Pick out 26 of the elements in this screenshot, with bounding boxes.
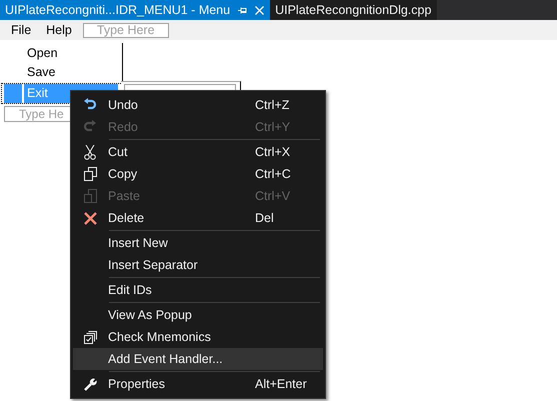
context-menu-item[interactable]: Delete Del [73, 207, 323, 229]
context-menu-item[interactable]: Check Mnemonics [73, 326, 323, 348]
wrench-icon [84, 378, 96, 390]
context-menu-item[interactable]: Copy Ctrl+C [73, 163, 323, 185]
context-menu-item[interactable]: View As Popup [73, 304, 323, 326]
menu-item[interactable]: File [4, 20, 40, 40]
context-menu-item[interactable]: Add Event Handler... [73, 348, 323, 370]
context-menu-item[interactable]: Properties Alt+Enter [73, 373, 323, 395]
document-tab[interactable]: UIPlateRecongniti...IDR_MENU1 - Menu [0, 0, 270, 20]
menu-item[interactable]: Help [39, 20, 80, 40]
menu-item[interactable]: Save [2, 63, 122, 82]
context-menu-item[interactable]: Cut Ctrl+X [73, 141, 323, 163]
context-menu-item[interactable]: Edit IDs [73, 279, 323, 301]
clipboard-icon [84, 189, 96, 203]
undo-icon [83, 98, 97, 112]
scissors-icon [84, 144, 96, 160]
context-menu-item[interactable]: Insert New [73, 232, 323, 254]
redo-icon [83, 120, 97, 134]
menu-item[interactable]: Open [2, 44, 122, 63]
context-menu-item[interactable]: Insert Separator [73, 254, 323, 276]
close-icon[interactable] [255, 6, 264, 14]
delete-icon [84, 212, 96, 224]
copy-icon [84, 167, 96, 181]
mnemonics-icon [84, 330, 96, 344]
document-tab[interactable]: UIPlateRecongnitionDlg.cpp [270, 0, 438, 20]
pin-icon[interactable] [238, 6, 248, 14]
